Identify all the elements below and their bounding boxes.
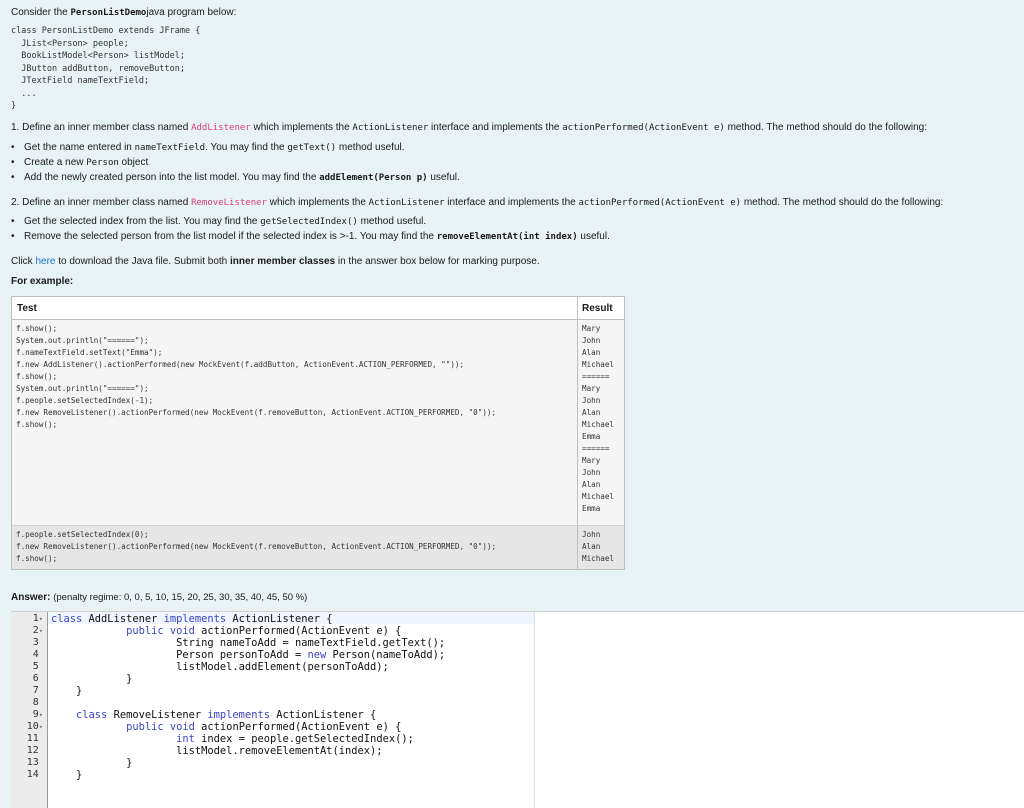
line-number: 2▾ [32, 625, 43, 636]
table-header: Test Result [12, 297, 624, 320]
answer-label: Answer: (penalty regime: 0, 0, 5, 10, 15… [11, 592, 308, 603]
line-number: 11 [26, 733, 39, 744]
header-result: Result [582, 303, 613, 314]
line-number: 6 [32, 673, 39, 684]
code-line[interactable]: class AddListener implements ActionListe… [51, 613, 1024, 625]
code-line[interactable]: listModel.removeElementAt(index); [51, 745, 1024, 757]
code-line[interactable] [51, 697, 1024, 709]
part1-bullet-2: • Create a new Person object [11, 157, 149, 168]
part2-bullet-1: • Get the selected index from the list. Y… [11, 216, 427, 227]
fold-arrow-icon[interactable]: ▾ [39, 615, 43, 623]
code-line[interactable]: } [51, 685, 1024, 697]
line-number: 10▾ [26, 721, 43, 732]
code-line[interactable]: class RemoveListener implements ActionLi… [51, 709, 1024, 721]
line-number: 1▾ [32, 613, 43, 624]
part1-heading: 1. Define an inner member class named Ad… [11, 122, 927, 133]
part2-heading: 2. Define an inner member class named Re… [11, 197, 944, 208]
program-name: PersonListDemo [70, 8, 147, 18]
line-number: 13 [26, 757, 39, 768]
line-number: 12 [26, 745, 39, 756]
line-number-gutter: 1▾ 2▾ 3 4 5 6 7 8 9▾ 10▾ 11 12 13 14 [11, 612, 48, 808]
test-cell: f.people.setSelectedIndex(0); f.new Remo… [12, 526, 578, 569]
fold-arrow-icon[interactable]: ▾ [39, 711, 43, 719]
example-table: Test Result f.show(); System.out.println… [11, 296, 625, 570]
code-line[interactable]: int index = people.getSelectedIndex(); [51, 733, 1024, 745]
header-test: Test [12, 297, 578, 319]
download-text: Click here to download the Java file. Su… [11, 256, 540, 267]
download-link[interactable]: here [35, 256, 55, 267]
answer-editor[interactable]: 1▾ 2▾ 3 4 5 6 7 8 9▾ 10▾ 11 12 13 14 class A… [11, 611, 1024, 808]
line-number: 4 [32, 649, 39, 660]
code-line[interactable]: String nameToAdd = nameTextField.getText… [51, 637, 1024, 649]
line-number: 8 [32, 697, 39, 708]
fold-arrow-icon[interactable]: ▾ [39, 627, 43, 635]
penalty-regime: (penalty regime: 0, 0, 5, 10, 15, 20, 25… [53, 592, 308, 603]
test-cell: f.show(); System.out.println("======"); … [12, 320, 578, 525]
part1-bullet-1: • Get the name entered in nameTextField. … [11, 142, 405, 153]
line-number: 9▾ [32, 709, 43, 720]
code-content[interactable]: class AddListener implements ActionListe… [51, 612, 1024, 781]
code-line[interactable]: } [51, 769, 1024, 781]
intro-text: Consider the PersonListDemojava program … [11, 7, 237, 18]
line-number: 5 [32, 661, 39, 672]
code-line[interactable]: public void actionPerformed(ActionEvent … [51, 721, 1024, 733]
line-number: 7 [32, 685, 39, 696]
for-example-label: For example: [11, 276, 74, 287]
fold-arrow-icon[interactable]: ▾ [39, 723, 43, 731]
result-cell: Mary John Alan Michael ====== Mary John … [582, 324, 615, 513]
given-code: class PersonListDemo extends JFrame { JL… [11, 26, 201, 111]
table-row: f.show(); System.out.println("======"); … [12, 320, 624, 526]
line-number: 3 [32, 637, 39, 648]
part2-bullet-2: • Remove the selected person from the lis… [11, 231, 610, 242]
code-line[interactable]: Person personToAdd = new Person(nameToAd… [51, 649, 1024, 661]
code-line[interactable]: public void actionPerformed(ActionEvent … [51, 625, 1024, 637]
code-line[interactable]: } [51, 757, 1024, 769]
code-line[interactable]: listModel.addElement(personToAdd); [51, 661, 1024, 673]
line-number: 14 [26, 769, 39, 780]
code-line[interactable]: } [51, 673, 1024, 685]
part1-bullet-3: • Add the newly created person into the l… [11, 172, 460, 183]
result-cell: John Alan Michael [582, 530, 615, 563]
table-row: f.people.setSelectedIndex(0); f.new Remo… [12, 526, 624, 569]
